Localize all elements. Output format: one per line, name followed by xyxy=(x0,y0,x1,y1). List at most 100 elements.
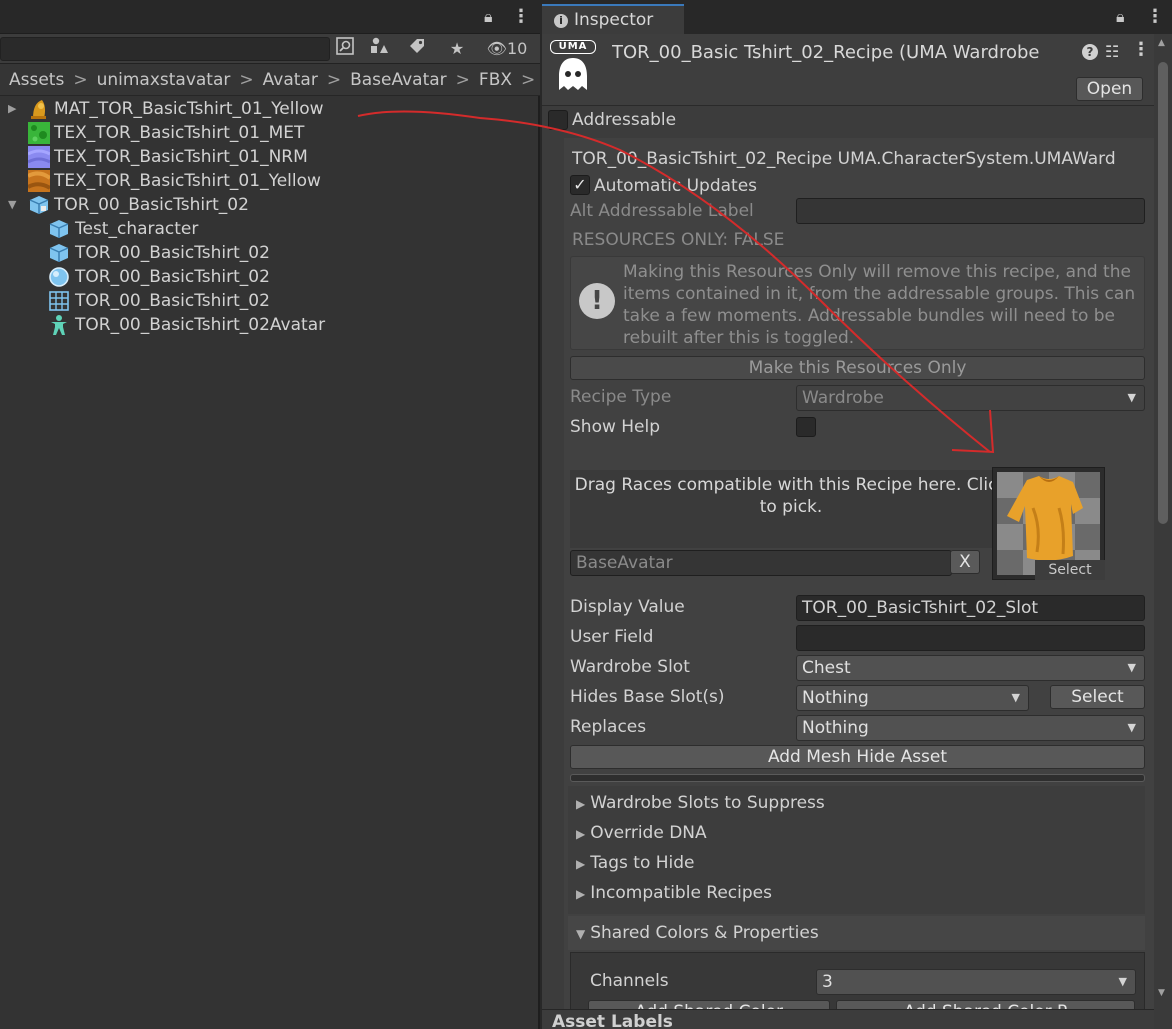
race-drop-area[interactable]: Drag Races compatible with this Recipe h… xyxy=(570,470,1007,548)
tree-row[interactable]: TEX_TOR_BasicTshirt_01_MET xyxy=(0,121,540,145)
more-options-icon[interactable]: ⋮ xyxy=(1146,6,1164,27)
resources-only-status: RESOURCES ONLY: FALSE xyxy=(572,230,785,250)
tab-inspector[interactable]: i Inspector xyxy=(542,4,684,34)
tree-row[interactable]: TOR_00_BasicTshirt_02 xyxy=(0,265,540,289)
search-by-type-icon[interactable] xyxy=(328,37,362,61)
tree-row[interactable]: TOR_00_BasicTshirt_02 xyxy=(0,289,540,313)
help-icon[interactable]: ? xyxy=(1082,44,1098,60)
user-field-input[interactable] xyxy=(796,625,1145,651)
channels-dropdown[interactable]: 3 ▼ xyxy=(816,969,1136,995)
show-help-label: Show Help xyxy=(570,417,661,437)
breadcrumb-item[interactable]: BaseAvatar xyxy=(350,70,447,90)
thumbnail-select-button[interactable]: Select xyxy=(1035,560,1105,580)
tree-row-label: TEX_TOR_BasicTshirt_01_MET xyxy=(54,123,305,143)
display-value-input[interactable]: TOR_00_BasicTshirt_02_Slot xyxy=(796,595,1145,621)
tree-row[interactable]: TOR_00_BasicTshirt_02Avatar xyxy=(0,313,540,337)
recipe-type-label: Recipe Type xyxy=(570,387,672,407)
shared-colors-header[interactable]: ▼ Shared Colors & Properties xyxy=(568,916,1145,950)
foldout-tags-to-hide[interactable]: ▶ Tags to Hide xyxy=(576,848,695,878)
foldout-wardrobe-slots-to-suppress[interactable]: ▶ Wardrobe Slots to Suppress xyxy=(576,788,825,818)
project-toolbar: ★ 👁︎10 xyxy=(0,34,540,64)
hidden-packages-toggle[interactable]: 👁︎10 xyxy=(478,37,536,61)
dropdown-arrow-icon: ▼ xyxy=(1127,391,1136,404)
tree-row[interactable]: ▶ MAT_TOR_BasicTshirt_01_Yellow xyxy=(0,97,540,121)
breadcrumb-item[interactable]: unimaxstavatar xyxy=(97,70,231,90)
tree-row[interactable]: TEX_TOR_BasicTshirt_01_Yellow xyxy=(0,169,540,193)
foldout-override-dna[interactable]: ▶ Override DNA xyxy=(576,818,707,848)
filter-by-type-icon[interactable] xyxy=(362,37,396,61)
open-button[interactable]: Open xyxy=(1076,77,1143,101)
chevron-right-icon: > xyxy=(455,70,470,90)
lock-icon[interactable]: 🔒︎ xyxy=(484,7,493,27)
foldout-label: Wardrobe Slots to Suppress xyxy=(590,793,825,813)
hides-select-button[interactable]: Select xyxy=(1050,685,1145,709)
tree-row[interactable]: TOR_00_BasicTshirt_02 xyxy=(0,241,540,265)
recipe-type-line: TOR_00_BasicTshirt_02_Recipe UMA.Charact… xyxy=(572,149,1116,169)
presets-sliders-icon[interactable]: ☷ xyxy=(1105,42,1119,61)
wardrobe-slot-dropdown[interactable]: Chest ▼ xyxy=(796,655,1145,681)
help-box-text: Making this Resources Only will remove t… xyxy=(623,262,1136,348)
filter-by-label-icon[interactable] xyxy=(400,37,434,61)
more-options-icon[interactable]: ⋮ xyxy=(512,6,530,27)
tree-row-label: Test_character xyxy=(75,219,199,239)
remove-race-button[interactable]: X xyxy=(950,550,980,574)
breadcrumb-item[interactable]: FBX xyxy=(479,70,512,90)
mesh-icon xyxy=(48,218,70,240)
foldout-label: Incompatible Recipes xyxy=(590,883,772,903)
wardrobe-slot-value: Chest xyxy=(802,658,851,678)
recipe-type-value: Wardrobe xyxy=(802,388,884,408)
foldout-label: Shared Colors & Properties xyxy=(590,923,819,943)
hidden-packages-count: 10 xyxy=(506,39,528,58)
replaces-dropdown[interactable]: Nothing ▼ xyxy=(796,715,1145,741)
display-value-label: Display Value xyxy=(570,597,685,617)
foldout-incompatible-recipes[interactable]: ▶ Incompatible Recipes xyxy=(576,878,772,908)
addressable-label: Addressable xyxy=(572,110,677,130)
tree-row[interactable]: TEX_TOR_BasicTshirt_01_NRM xyxy=(0,145,540,169)
addressable-checkbox[interactable] xyxy=(548,110,568,130)
tab-label: Inspector xyxy=(574,10,654,30)
replaces-label: Replaces xyxy=(570,717,647,737)
tree-row-label: TOR_00_BasicTshirt_02 xyxy=(54,195,249,215)
mesh-hide-list xyxy=(570,774,1145,782)
scroll-down-icon[interactable]: ▼ xyxy=(1158,988,1165,998)
wardrobe-thumbnail[interactable]: Select xyxy=(992,467,1105,580)
asset-labels-bar: Asset Labels xyxy=(542,1009,1154,1029)
texture-icon xyxy=(28,122,50,144)
asset-labels-title[interactable]: Asset Labels xyxy=(552,1012,673,1029)
lock-icon[interactable]: 🔒︎ xyxy=(1116,7,1125,27)
dropdown-arrow-icon: ▼ xyxy=(1127,661,1136,674)
recipe-type-dropdown[interactable]: Wardrobe ▼ xyxy=(796,385,1145,411)
info-icon: i xyxy=(554,14,568,28)
expand-arrow-icon[interactable]: ▶ xyxy=(8,97,20,121)
alt-addressable-input[interactable] xyxy=(796,198,1145,224)
scroll-up-icon[interactable]: ▲ xyxy=(1158,38,1165,48)
add-mesh-hide-asset-button[interactable]: Add Mesh Hide Asset xyxy=(570,745,1145,769)
inspector-panel: i Inspector 🔒︎ ⋮ UMA TOR_00_Basic Tshirt_… xyxy=(542,0,1172,1029)
foldout-shared-colors[interactable]: ▼ Shared Colors & Properties xyxy=(576,918,819,948)
foldout-label: Override DNA xyxy=(590,823,707,843)
context-menu-icon[interactable]: ⋮ xyxy=(1132,39,1150,60)
inspector-scrollbar[interactable]: ▲ ▼ xyxy=(1154,34,1172,1029)
material-icon xyxy=(28,98,50,120)
breadcrumb-item[interactable]: Assets xyxy=(9,70,64,90)
race-object-field[interactable]: BaseAvatar xyxy=(570,550,952,576)
automatic-updates-checkbox[interactable]: ✓ xyxy=(570,175,590,195)
show-help-checkbox[interactable] xyxy=(796,417,816,437)
make-resources-only-button[interactable]: Make this Resources Only xyxy=(570,356,1145,380)
hides-base-slot-dropdown[interactable]: Nothing ▼ xyxy=(796,685,1029,711)
collapse-arrow-icon[interactable]: ▼ xyxy=(8,193,20,217)
drag-races-text: Drag Races compatible with this Recipe h… xyxy=(574,475,1008,517)
tree-row[interactable]: ▼ TOR_00_BasicTshirt_02 xyxy=(0,193,540,217)
chevron-right-icon: > xyxy=(73,70,88,90)
automatic-updates-label: Automatic Updates xyxy=(594,176,758,196)
favorites-star-icon[interactable]: ★ xyxy=(440,37,474,61)
foldout-arrow-icon: ▶ xyxy=(576,857,586,871)
project-search-input[interactable] xyxy=(0,37,330,61)
scrollbar-thumb[interactable] xyxy=(1158,62,1168,524)
foldout-arrow-icon: ▶ xyxy=(576,797,586,811)
warning-icon: ! xyxy=(579,283,615,319)
breadcrumb-item[interactable]: Avatar xyxy=(263,70,318,90)
tree-row-label: TEX_TOR_BasicTshirt_01_NRM xyxy=(54,147,308,167)
tree-row[interactable]: Test_character xyxy=(0,217,540,241)
chevron-right-icon: > xyxy=(521,70,536,90)
